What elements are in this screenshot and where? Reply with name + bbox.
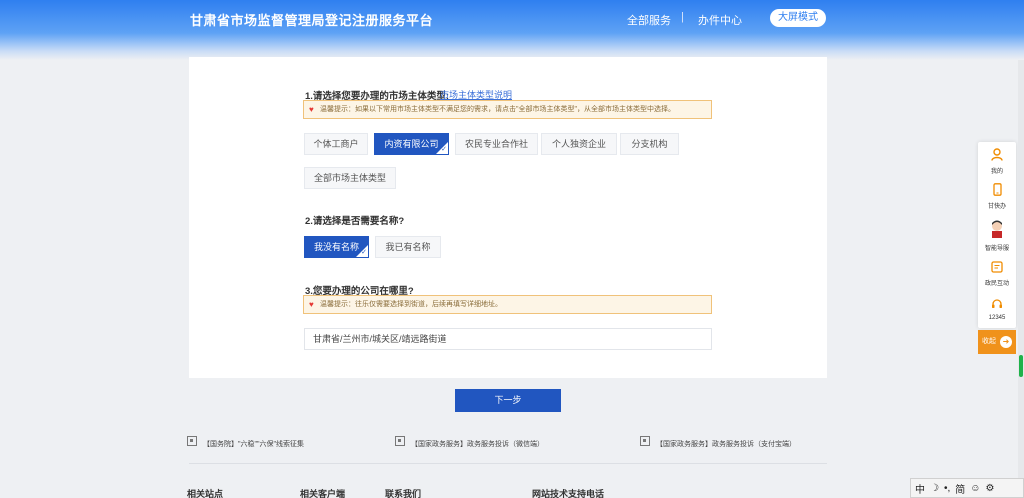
side-item-gankuaiban[interactable]: 甘快办 — [978, 183, 1016, 210]
arrow-right-icon: ➜ — [1000, 336, 1012, 348]
right-float-panel: 我的 甘快办 智能导服 政民互动 12345 — [978, 142, 1016, 328]
footer-divider — [189, 463, 827, 464]
footer-heading-contact: 联系我们 — [385, 489, 422, 498]
option-label: 农民专业合作社 — [464, 139, 528, 149]
section1-tip: ♥ 温馨提示：如果以下常用市场主体类型不满足您的需求，请点击"全部市场主体类型"… — [303, 100, 712, 119]
scrollbar-track[interactable] — [1018, 60, 1024, 498]
site-title[interactable]: 甘肃省市场监督管理局登记注册服务平台 — [190, 10, 433, 29]
option-no-name[interactable]: 我没有名称 ✓ — [304, 236, 369, 258]
ime-punctuation[interactable]: •, — [944, 483, 950, 494]
qr-code-icon — [187, 436, 197, 446]
header-bar — [0, 0, 1024, 36]
phone-icon — [978, 183, 1016, 199]
ime-chinese-mode[interactable]: 中 — [915, 481, 925, 496]
option-all-entity-types[interactable]: 全部市场主体类型 — [304, 167, 396, 189]
heart-icon: ♥ — [309, 300, 314, 309]
user-icon — [978, 148, 1016, 164]
next-step-button[interactable]: 下一步 — [455, 389, 561, 412]
side-item-label: 政民互动 — [984, 281, 1009, 287]
option-farmer-cooperative[interactable]: 农民专业合作社 — [455, 133, 538, 155]
option-label: 个人独资企业 — [551, 139, 606, 149]
footer-link-complaint-alipay[interactable]: 【国家政务服务】政务服务投诉（支付宝端） — [656, 439, 796, 449]
section3-tip-text: 温馨提示：往乐仅需要选择到街道，后续再填写详细地址。 — [320, 301, 502, 308]
collapse-label: 收起 — [982, 338, 996, 345]
footer-heading-support-phone: 网站技术支持电话 — [532, 489, 605, 498]
option-has-name[interactable]: 我已有名称 — [375, 236, 441, 258]
settings-icon[interactable]: ⚙ — [985, 483, 994, 494]
scrollbar-thumb[interactable] — [1019, 355, 1023, 377]
company-location-select[interactable]: 甘肃省/兰州市/城关区/靖远路街道 — [304, 328, 712, 350]
headset-icon — [978, 298, 1016, 313]
option-label: 全部市场主体类型 — [313, 173, 386, 183]
moon-icon[interactable]: ☽ — [930, 483, 939, 494]
side-item-mine[interactable]: 我的 — [978, 148, 1016, 175]
option-individual-business[interactable]: 个体工商户 — [304, 133, 368, 155]
nav-separator: | — [681, 11, 684, 23]
ime-simplified[interactable]: 简 — [955, 481, 965, 496]
side-item-hotline[interactable]: 12345 — [978, 298, 1016, 321]
side-item-label: 智能导服 — [984, 246, 1009, 252]
qr-code-icon — [640, 436, 650, 446]
nav-office-center[interactable]: 办件中心 — [698, 12, 742, 28]
option-domestic-limited-company[interactable]: 内资有限公司 ✓ — [374, 133, 449, 155]
big-screen-mode-button[interactable]: 大屏模式 — [770, 9, 826, 27]
heart-icon: ♥ — [309, 105, 314, 114]
section1-tip-text: 温馨提示：如果以下常用市场主体类型不满足您的需求，请点击"全部市场主体类型"，从… — [320, 106, 675, 113]
check-icon: ✓ — [361, 249, 367, 256]
option-sole-proprietorship[interactable]: 个人独资企业 — [541, 133, 617, 155]
option-branch[interactable]: 分支机构 — [620, 133, 679, 155]
option-label: 内资有限公司 — [384, 139, 439, 149]
footer-heading-clients: 相关客户端 — [300, 489, 346, 498]
assistant-avatar-icon — [978, 220, 1016, 241]
ime-toolbar: 中 ☽ •, 简 ☺ ⚙ — [910, 478, 1024, 498]
option-label: 分支机构 — [631, 139, 668, 149]
side-item-label: 12345 — [988, 315, 1006, 321]
main-card: 1.请选择您要办理的市场主体类型: 市场主体类型说明 ♥ 温馨提示：如果以下常用… — [189, 57, 827, 378]
side-item-interaction[interactable]: 政民互动 — [978, 261, 1016, 287]
nav-all-services[interactable]: 全部服务 — [627, 12, 671, 28]
footer-link-state-council[interactable]: 【国务院】"六稳""六保"线索征集 — [203, 439, 304, 449]
section2-title: 2.请选择是否需要名称? — [305, 216, 405, 227]
emoji-icon[interactable]: ☺ — [970, 483, 980, 494]
footer-link-complaint-wechat[interactable]: 【国家政务服务】政务服务投诉（微信端） — [411, 439, 544, 449]
qr-code-icon — [395, 436, 405, 446]
side-item-label: 甘快办 — [987, 204, 1006, 210]
side-item-smart-guide[interactable]: 智能导服 — [978, 220, 1016, 252]
option-label: 我已有名称 — [385, 242, 431, 252]
message-icon — [978, 261, 1016, 276]
side-item-label: 我的 — [990, 169, 1003, 175]
section3-tip: ♥ 温馨提示：往乐仅需要选择到街道，后续再填写详细地址。 — [303, 295, 712, 314]
footer-heading-related-sites: 相关站点 — [187, 489, 224, 498]
option-label: 我没有名称 — [313, 242, 359, 252]
top-header: 甘肃省市场监督管理局登记注册服务平台 全部服务 | 办件中心 大屏模式 — [0, 0, 1024, 60]
check-icon: ✓ — [441, 146, 447, 153]
collapse-panel-button[interactable]: 收起 ➜ — [978, 330, 1016, 354]
option-label: 个体工商户 — [313, 139, 359, 149]
